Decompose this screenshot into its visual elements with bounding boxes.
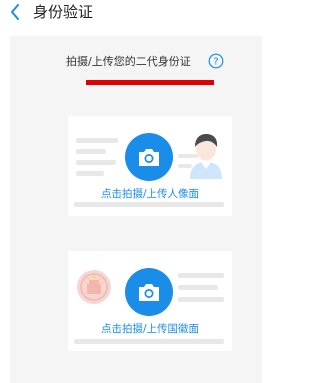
camera-icon [139,149,159,166]
placeholder-line [76,138,118,143]
placeholder-line [74,202,224,207]
highlight-underline [86,80,214,85]
placeholder-line [178,297,224,302]
placeholder-line [178,285,218,290]
camera-button[interactable] [125,133,173,181]
header: 身份验证 [0,0,272,30]
national-emblem-icon [77,270,111,304]
back-button[interactable] [4,0,28,26]
instruction-text: 拍摄/上传您的二代身份证 [66,55,191,68]
placeholder-line [76,160,116,165]
placeholder-line [76,149,106,154]
upload-emblem-label: 点击拍摄/上传国徽面 [100,323,200,335]
camera-button[interactable] [125,268,173,316]
placeholder-line [76,171,104,176]
upload-portrait-card[interactable]: 点击拍摄/上传人像面 [68,116,232,216]
placeholder-line [74,339,224,344]
chevron-left-icon [11,4,19,20]
help-button[interactable]: ? [208,53,224,69]
camera-icon [139,284,159,301]
upload-emblem-card[interactable]: 点击拍摄/上传国徽面 [68,251,232,351]
upload-portrait-label: 点击拍摄/上传人像面 [100,188,200,200]
portrait-silhouette-icon [190,134,222,179]
page-title: 身份验证 [33,3,94,21]
placeholder-line [178,273,224,278]
svg-text:?: ? [213,57,218,68]
question-circle-icon: ? [208,53,224,69]
